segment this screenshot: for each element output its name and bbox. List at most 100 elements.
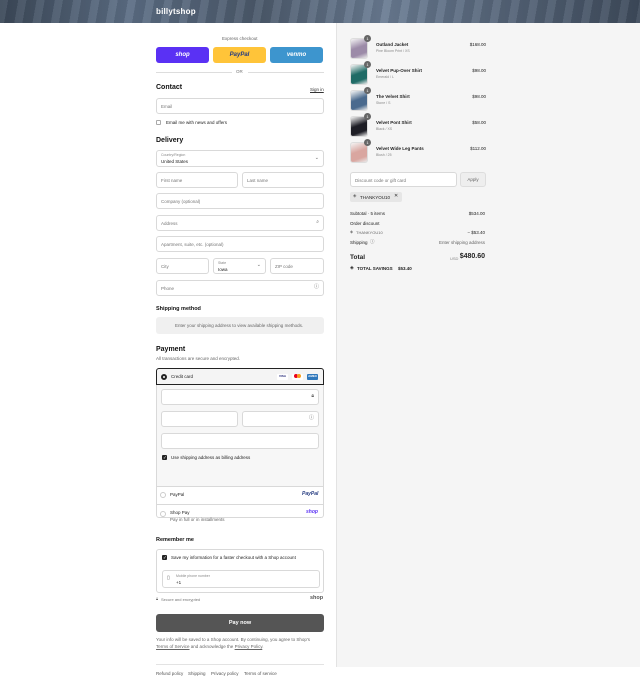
discount-code-chip: ◈ THANKYOU10 ✕ xyxy=(350,192,402,202)
mastercard-icon xyxy=(292,374,303,380)
remember-me-box: Save my information for a faster checkou… xyxy=(156,549,324,593)
visa-icon: VISA xyxy=(277,374,288,380)
payment-heading: Payment xyxy=(156,346,186,353)
product-name: Outland Jacket xyxy=(376,42,409,47)
billing-checkbox[interactable] xyxy=(162,455,167,461)
country-select[interactable]: Country/Region United States ⌄ xyxy=(156,150,324,167)
remember-me-heading: Remember me xyxy=(156,537,194,543)
last-name-field[interactable]: Last name xyxy=(242,172,324,188)
total-savings-label: TOTAL SAVINGS xyxy=(357,266,393,271)
credit-card-radio[interactable] xyxy=(161,374,167,380)
header-banner: billytshop xyxy=(0,0,640,23)
discount-value: − $53.40 xyxy=(467,230,485,235)
save-info-checkbox[interactable] xyxy=(162,555,167,561)
quantity-badge: 1 xyxy=(364,61,371,68)
refund-policy-link[interactable]: Refund policy xyxy=(156,671,183,676)
shop-pay-button[interactable]: shop xyxy=(156,47,209,63)
privacy-policy-link[interactable]: Privacy policy xyxy=(211,671,239,676)
card-form-panel: 🔒︎ ⓘ Use shipping address as billing add… xyxy=(156,385,324,486)
total-value: $480.60 xyxy=(459,253,485,260)
apply-button[interactable]: Apply xyxy=(460,172,486,187)
quantity-badge: 1 xyxy=(364,35,371,42)
mobile-phone-field[interactable]: ▯ Mobile phone number +1 xyxy=(162,570,320,588)
apartment-field[interactable]: Apartment, suite, etc. (optional) xyxy=(156,236,324,252)
product-price: $98.00 xyxy=(472,94,486,99)
news-checkbox[interactable] xyxy=(156,120,161,125)
paypal-button[interactable]: PayPal xyxy=(213,47,266,63)
express-checkout-title: Express checkout xyxy=(222,36,258,41)
shipping-link[interactable]: Shipping xyxy=(188,671,206,676)
close-icon[interactable]: ✕ xyxy=(394,194,398,199)
discount-field[interactable]: Discount code or gift card xyxy=(350,172,457,187)
shop-pay-radio[interactable] xyxy=(160,511,166,517)
product-variant: Pine Bloom Print / XS xyxy=(376,49,410,53)
help-icon[interactable]: ⓘ xyxy=(314,285,319,290)
pay-now-button[interactable]: Pay now xyxy=(156,614,324,632)
terms-of-service-link[interactable]: Terms of service xyxy=(244,671,277,676)
cart-item: 1 The Velvet Shirt Stone / S $98.00 xyxy=(350,87,486,112)
zip-field[interactable]: ZIP code xyxy=(270,258,324,274)
mobile-icon: ▯ xyxy=(167,575,170,581)
tag-icon: ◈ xyxy=(350,229,354,234)
subtotal-label: Subtotal · 5 items xyxy=(350,211,386,216)
news-label: Email me with news and offers xyxy=(166,120,227,125)
product-price: $98.00 xyxy=(472,68,486,73)
store-logo[interactable]: billytshop xyxy=(156,7,196,16)
product-name: The Velvet Shirt xyxy=(376,94,410,99)
divider xyxy=(156,664,324,665)
search-icon: ⌕ xyxy=(316,219,319,225)
tag-icon: ◈ xyxy=(350,265,354,271)
cart-item: 1 Outland Jacket Pine Bloom Print / XS $… xyxy=(350,35,486,60)
shipping-value: Enter shipping address xyxy=(438,240,485,245)
product-variant: Emerald / L xyxy=(376,75,394,79)
help-icon[interactable]: ⓘ xyxy=(370,239,375,245)
legal-text: Your info will be saved to a Shop accoun… xyxy=(156,637,311,649)
phone-field[interactable]: Phone ⓘ xyxy=(156,280,324,296)
paypal-radio[interactable] xyxy=(160,492,166,498)
security-code-field[interactable]: ⓘ xyxy=(242,411,319,427)
total-label: Total xyxy=(350,254,366,261)
address-field[interactable]: Address ⌕ xyxy=(156,215,324,231)
credit-card-option[interactable]: Credit card VISA AMEX xyxy=(156,368,324,385)
currency-label: USD xyxy=(450,256,459,261)
product-variant: Stone / S xyxy=(376,101,391,105)
cart-item: 1 Velvet Wide Leg Pants Blush / 25 $112.… xyxy=(350,139,486,164)
secure-label: Secure and encrypted xyxy=(161,597,201,602)
email-field[interactable]: Email xyxy=(156,98,324,114)
name-on-card-field[interactable] xyxy=(161,433,319,449)
card-number-field[interactable]: 🔒︎ xyxy=(161,389,319,405)
sign-in-link[interactable]: Sign in xyxy=(310,87,324,92)
shipping-method-note: Enter your shipping address to view avai… xyxy=(175,323,304,328)
tag-icon: ◈ xyxy=(353,193,357,198)
lock-icon: 🔒︎ xyxy=(156,596,159,601)
privacy-link[interactable]: Privacy Policy xyxy=(235,644,263,649)
shipping-label: Shipping xyxy=(350,240,368,245)
order-summary: 1 Outland Jacket Pine Bloom Print / XS $… xyxy=(336,23,640,667)
expiry-field[interactable] xyxy=(161,411,238,427)
shop-pay-option[interactable]: Shop Pay Pay in full or in installments … xyxy=(156,505,324,527)
credit-card-label: Credit card xyxy=(171,374,194,379)
amex-icon: AMEX xyxy=(307,374,318,380)
order-discount-label: Order discount xyxy=(350,221,380,226)
cart-item: 1 Velvet Pup-Over Shirt Emerald / L $98.… xyxy=(350,61,486,86)
terms-link[interactable]: Terms of Service xyxy=(156,644,190,649)
shipping-method-heading: Shipping method xyxy=(156,306,201,312)
product-variant: Black / XS xyxy=(376,127,393,131)
quantity-badge: 1 xyxy=(364,139,371,146)
company-field[interactable]: Company (optional) xyxy=(156,193,324,209)
paypal-label: PayPal xyxy=(170,492,185,497)
billing-label: Use shipping address as billing address xyxy=(171,455,251,460)
lock-icon: 🔒︎ xyxy=(311,393,314,399)
shop-logo: shop xyxy=(310,595,324,601)
venmo-button[interactable]: venmo xyxy=(270,47,323,63)
help-icon[interactable]: ⓘ xyxy=(309,416,314,421)
city-field[interactable]: City xyxy=(156,258,209,274)
state-select[interactable]: State Iowa ⌄ xyxy=(213,258,266,274)
checkout-form: Express checkout shop PayPal venmo OR Co… xyxy=(0,23,336,676)
paypal-option[interactable]: PayPal PayPal xyxy=(156,487,324,504)
quantity-badge: 1 xyxy=(364,87,371,94)
shop-pay-logo: shop xyxy=(306,509,318,515)
product-name: Velvet Pup-Over Shirt xyxy=(376,68,423,73)
first-name-field[interactable]: First name xyxy=(156,172,238,188)
chevron-down-icon: ⌄ xyxy=(314,155,319,161)
